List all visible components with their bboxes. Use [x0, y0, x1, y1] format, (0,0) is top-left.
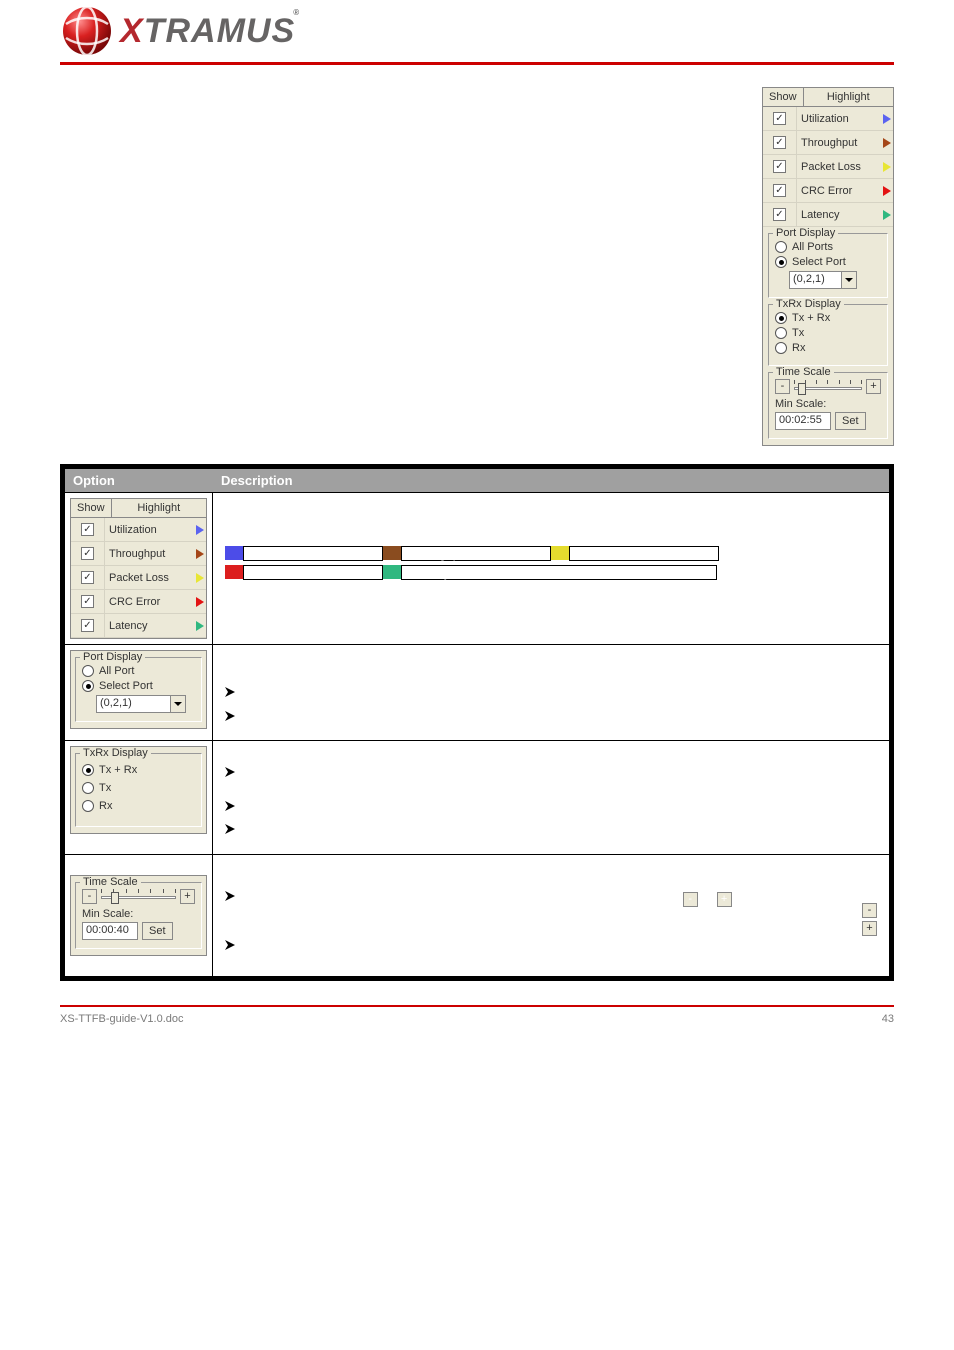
checkbox-packetloss[interactable]: ✓: [773, 160, 786, 173]
time-slider[interactable]: [101, 889, 176, 903]
time-slider[interactable]: [794, 380, 862, 394]
checkbox-utilization[interactable]: ✓: [773, 112, 786, 125]
port-select[interactable]: (0,2,1): [96, 695, 186, 713]
bullet-icon: [225, 709, 241, 724]
arrow-icon: [883, 210, 891, 220]
radio-rx[interactable]: [775, 342, 787, 354]
set-button[interactable]: Set: [835, 412, 866, 430]
checkbox-throughput[interactable]: ✓: [81, 547, 94, 560]
checkbox-crcerror[interactable]: ✓: [773, 184, 786, 197]
port-select[interactable]: (0,2,1): [789, 271, 857, 289]
arrow-icon: [196, 525, 204, 535]
logo-text: XTRAMUS®: [120, 12, 302, 51]
radio-all-ports[interactable]: [775, 241, 787, 253]
bullet-icon: [225, 889, 241, 904]
checkbox-latency[interactable]: ✓: [773, 208, 786, 221]
minus-button[interactable]: -: [82, 889, 97, 904]
checkbox-packetloss[interactable]: ✓: [81, 571, 94, 584]
tab-highlight[interactable]: Highlight: [112, 499, 206, 517]
col-option: Option: [73, 473, 221, 488]
label-latency: Latency: [801, 209, 840, 221]
logo-sphere-icon: [60, 4, 114, 58]
arrow-icon: [196, 621, 204, 631]
radio-select-port[interactable]: [775, 256, 787, 268]
options-panel-preview: Show Highlight ✓ Utilization ✓ Throughpu…: [762, 87, 894, 446]
arrow-icon: [883, 162, 891, 172]
radio-rx[interactable]: [82, 800, 94, 812]
radio-tx[interactable]: [82, 782, 94, 794]
arrow-icon: [196, 573, 204, 583]
logo: XTRAMUS®: [60, 4, 894, 58]
min-scale-input[interactable]: 00:02:55: [775, 412, 831, 430]
minus-icon: -: [683, 892, 698, 907]
arrow-icon: [883, 186, 891, 196]
swatch-crcerror: [225, 565, 243, 579]
timescale-desc: Time Scale: User may choose the zoom in/…: [241, 889, 877, 909]
intro-text: On the right side of the Chart, there ar…: [60, 87, 762, 446]
checkbox-crcerror[interactable]: ✓: [81, 595, 94, 608]
row1-desc: This option will Show and Highlight the …: [225, 501, 877, 540]
swatch-utilization: [225, 546, 243, 560]
radio-txrx[interactable]: [775, 312, 787, 324]
bullet-icon: [225, 799, 241, 814]
tab-show[interactable]: Show: [71, 499, 112, 517]
checkbox-latency[interactable]: ✓: [81, 619, 94, 632]
label-packetloss: Packet Loss: [801, 161, 861, 173]
col-description: Description: [221, 473, 293, 488]
port-display-legend: Port Display: [773, 227, 838, 239]
checkbox-throughput[interactable]: ✓: [773, 136, 786, 149]
plus-icon: +: [717, 892, 732, 907]
radio-all-port[interactable]: [82, 665, 94, 677]
txrx-legend: TxRx Display: [773, 298, 844, 310]
arrow-icon: [883, 114, 891, 124]
plus-icon: +: [862, 921, 877, 936]
plus-button[interactable]: +: [180, 889, 195, 904]
tab-show[interactable]: Show: [763, 88, 804, 106]
label-throughput: Throughput: [801, 137, 857, 149]
label-crcerror: CRC Error: [801, 185, 852, 197]
bullet-icon: [225, 765, 241, 780]
radio-tx[interactable]: [775, 327, 787, 339]
footer-page: 43: [882, 1013, 894, 1025]
tab-highlight[interactable]: Highlight: [804, 88, 893, 106]
chevron-down-icon[interactable]: [841, 272, 856, 288]
min-scale-input[interactable]: 00:00:40: [82, 922, 138, 940]
plus-button[interactable]: +: [866, 379, 881, 394]
set-button[interactable]: Set: [142, 922, 173, 940]
checkbox-utilization[interactable]: ✓: [81, 523, 94, 536]
minus-icon: -: [862, 903, 877, 918]
min-scale-label: Min Scale:: [775, 398, 881, 410]
arrow-icon: [196, 597, 204, 607]
bullet-icon: [225, 938, 241, 953]
swatch-packetloss: [551, 546, 569, 560]
swatch-throughput: [383, 546, 401, 560]
chevron-down-icon[interactable]: [170, 696, 185, 712]
radio-txrx[interactable]: [82, 764, 94, 776]
options-table: Option Description Show Highlight ✓Utili…: [60, 464, 894, 981]
timescale-legend: Time Scale: [773, 366, 834, 378]
footer-left: XS-TTFB-guide-V1.0.doc: [60, 1013, 184, 1025]
label-utilization: Utilization: [801, 113, 849, 125]
swatch-latency: [383, 565, 401, 579]
radio-select-port[interactable]: [82, 680, 94, 692]
bullet-icon: [225, 685, 241, 700]
minscale-desc: Min Scale: Type the minimum time you wan…: [241, 938, 877, 958]
bullet-icon: [225, 822, 241, 837]
arrow-icon: [196, 549, 204, 559]
arrow-icon: [883, 138, 891, 148]
minus-button[interactable]: -: [775, 379, 790, 394]
